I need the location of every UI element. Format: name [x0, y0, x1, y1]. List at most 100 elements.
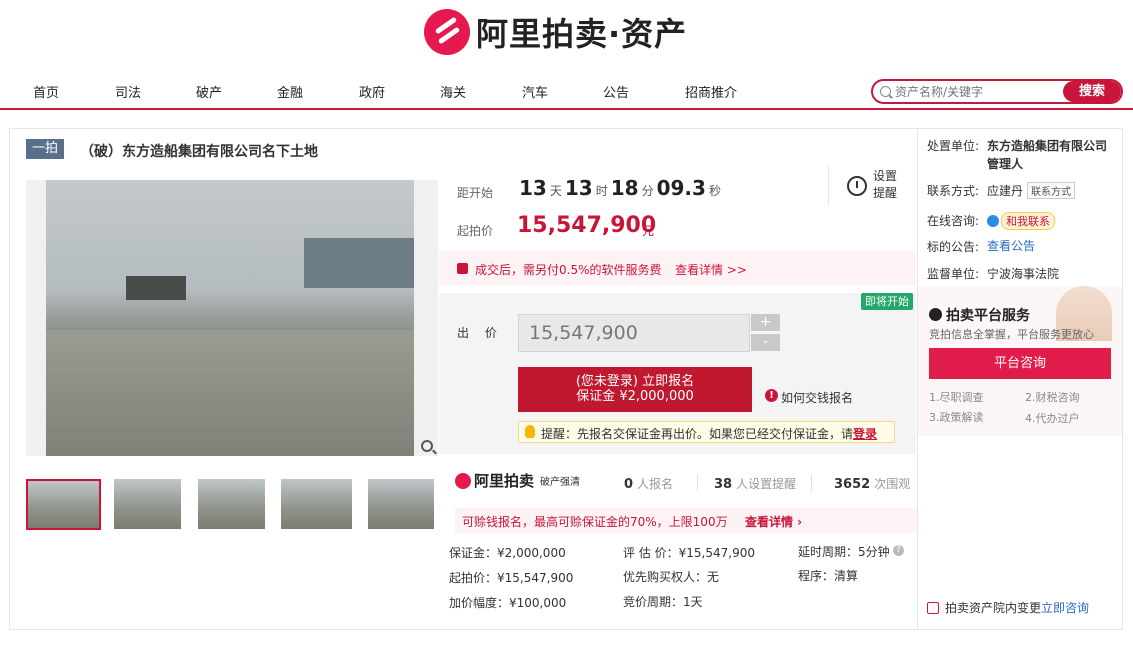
- supervisor-label: 监督单位:: [927, 267, 980, 281]
- chat-icon: [987, 215, 999, 227]
- nav-item-judicial[interactable]: 司法: [115, 82, 141, 101]
- bid-increase-button[interactable]: +: [751, 314, 780, 331]
- bid-decrease-button[interactable]: -: [751, 334, 780, 351]
- credit-text: 可赊钱报名，最高可赊保证金的70%，上限100万: [462, 515, 728, 529]
- countdown: 13 天 13 时 18 分 09.3 秒: [519, 176, 724, 200]
- service-title: 拍卖平台服务: [929, 305, 1030, 325]
- gift-icon: [457, 263, 468, 274]
- land-photo: [46, 180, 414, 456]
- help-icon[interactable]: ?: [893, 545, 904, 556]
- platform-consult-button[interactable]: 平台咨询: [929, 348, 1111, 379]
- site-title: 阿里拍卖·资产: [476, 15, 688, 53]
- contact-name: 应建丹: [987, 184, 1024, 198]
- search-icon: [880, 86, 891, 97]
- priority-value: ：无: [695, 570, 720, 584]
- signup-count-label: 人报名: [637, 477, 674, 491]
- tip-box: 提醒：先报名交保证金再出价。如果您已经交付保证金，请登录: [518, 421, 895, 443]
- service-item-transfer[interactable]: 4.代办过户: [1025, 410, 1080, 426]
- deposit-info: 保证金：¥2,000,000: [449, 546, 566, 560]
- tip-message: 提醒：先报名交保证金再出价。如果您已经交付保证金，请: [541, 427, 854, 441]
- countdown-minutes-unit: 分: [641, 184, 654, 198]
- nav-item-government[interactable]: 政府: [359, 82, 385, 101]
- photo-hut: [126, 276, 186, 300]
- lightbulb-icon: [525, 425, 535, 438]
- login-link[interactable]: 登录: [853, 427, 877, 441]
- brand-tag: 破产强清: [540, 477, 581, 488]
- notice-label: 标的公告:: [927, 240, 980, 254]
- nav-item-finance[interactable]: 金融: [277, 82, 303, 101]
- view-notice-link[interactable]: 查看公告: [987, 239, 1035, 253]
- notice-link: 查看公告: [987, 237, 1035, 254]
- set-reminder-button[interactable]: 设置提醒: [828, 164, 918, 206]
- reminder-count-label: 人设置提醒: [736, 477, 797, 491]
- house-icon: [927, 602, 939, 614]
- signup-count-value: 0: [624, 477, 634, 492]
- consult-now-link[interactable]: 立即咨询: [1041, 601, 1089, 615]
- credit-link[interactable]: 查看详情 ›: [745, 513, 802, 530]
- chat-button[interactable]: 和我联系: [1001, 212, 1055, 230]
- start-price-info: 起拍价：¥15,547,900: [449, 571, 574, 585]
- countdown-days: 13: [519, 176, 547, 200]
- service-item-policy[interactable]: 3.政策解读: [929, 409, 984, 425]
- thumbnail-5[interactable]: [368, 479, 434, 529]
- contact-info: 应建丹 联系方式: [987, 182, 1076, 199]
- bid-input[interactable]: 15,547,900: [518, 314, 750, 352]
- countdown-label: 距开始: [457, 186, 494, 200]
- nav-item-customs[interactable]: 海关: [440, 82, 466, 101]
- start-price-label: 起拍价: [457, 224, 494, 238]
- nav-item-investment[interactable]: 招商推介: [685, 82, 737, 101]
- countdown-seconds: 09.3: [656, 176, 706, 200]
- nav-item-bankruptcy[interactable]: 破产: [196, 82, 222, 101]
- alarm-clock-icon: [847, 176, 867, 196]
- view-count-value: 3652: [834, 477, 871, 492]
- thumbnail-3[interactable]: [198, 479, 265, 529]
- nav-item-auto[interactable]: 汽车: [522, 82, 548, 101]
- logo-mark-icon: [424, 9, 470, 55]
- service-logo-icon: [929, 308, 942, 321]
- delay-info: 延时周期：5分钟: [798, 545, 890, 559]
- status-badge: 即将开始: [861, 293, 913, 310]
- priority-info: 优先购买权人：无: [623, 568, 719, 585]
- chat-label: 在线咨询:: [927, 214, 980, 228]
- zoom-icon[interactable]: [421, 440, 433, 452]
- reminder-count-value: 38: [714, 477, 733, 492]
- apply-line-2: 保证金 ¥2,000,000: [576, 389, 694, 404]
- search-input[interactable]: [895, 81, 1065, 102]
- seller-unit-value-2: 管理人: [987, 157, 1024, 171]
- credit-bar: 可赊钱报名，最高可赊保证金的70%，上限100万 查看详情 ›: [455, 508, 917, 533]
- thumbnail-2[interactable]: [114, 479, 181, 529]
- countdown-seconds-unit: 秒: [708, 184, 721, 198]
- appraisal-info: 评 估 价：¥15,547,900: [623, 546, 755, 560]
- search-bar: 搜索: [871, 79, 1123, 104]
- set-reminder-label: 设置提醒: [873, 169, 898, 200]
- service-item-tax[interactable]: 2.财税咨询: [1025, 389, 1080, 405]
- divider: [697, 475, 698, 491]
- contact-phone-button[interactable]: 联系方式: [1027, 182, 1076, 199]
- how-to-apply-link[interactable]: 如何交钱报名: [781, 389, 853, 406]
- nav-item-home[interactable]: 首页: [33, 82, 59, 101]
- service-fee-link[interactable]: 查看详情 >>: [675, 261, 747, 278]
- supervisor-value: 宁波海事法院: [987, 267, 1060, 281]
- search-button[interactable]: 搜索: [1063, 81, 1121, 102]
- tip-text: 提醒：先报名交保证金再出价。如果您已经交付保证金，请登录: [541, 425, 877, 442]
- nav-item-notice[interactable]: 公告: [603, 82, 629, 101]
- main-photo[interactable]: [26, 180, 438, 456]
- platform-service-panel: 拍卖平台服务 竞拍信息全掌握，平台服务更放心 平台咨询 1.尽职调查 2.财税咨…: [918, 286, 1122, 436]
- cycle-info: 竞价周期：1天: [623, 595, 703, 609]
- view-count: 3652 次围观: [834, 475, 910, 492]
- site-logo[interactable]: 阿里拍卖·资产: [424, 8, 687, 56]
- procedure-info: 程序：清算: [798, 569, 859, 583]
- bankruptcy-brand: 阿里拍卖 破产强清: [455, 470, 580, 491]
- apply-now-button[interactable]: (您未登录) 立即报名 保证金 ¥2,000,000: [518, 367, 752, 412]
- thumbnail-1[interactable]: [26, 479, 101, 530]
- service-title-text: 拍卖平台服务: [946, 308, 1030, 324]
- transfer-consult-note: 拍卖资产院内变更立即咨询: [927, 599, 1089, 616]
- thumbnail-4[interactable]: [281, 479, 352, 529]
- start-price: 15,547,900: [517, 213, 657, 238]
- service-fee-text: 成交后，需另付0.5%的软件服务费: [475, 263, 662, 277]
- brand-logo-icon: [455, 472, 471, 489]
- countdown-hours: 13: [564, 176, 593, 200]
- seller-unit-label: 处置单位:: [927, 139, 980, 153]
- service-item-due-diligence[interactable]: 1.尽职调查: [929, 389, 984, 405]
- countdown-minutes: 18: [610, 176, 639, 200]
